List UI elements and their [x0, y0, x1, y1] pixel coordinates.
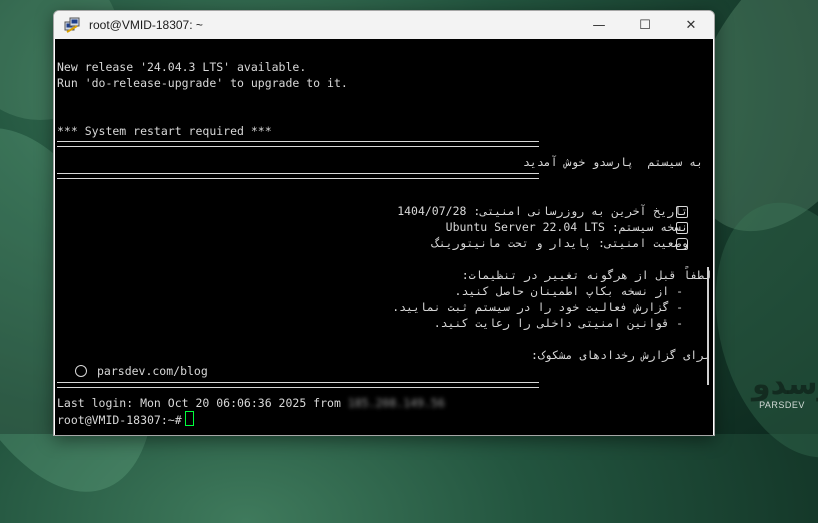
putty-icon[interactable] [64, 17, 80, 33]
separator-line [57, 382, 539, 388]
restart-notice: *** System restart required *** [57, 124, 272, 138]
text-cursor [184, 411, 194, 426]
lock-icon [676, 238, 688, 250]
shell-prompt: root@VMID-18307:~# [57, 413, 182, 427]
release-notice: New release '24.04.3 LTS' available. [57, 60, 307, 74]
report-link[interactable]: parsdev.com/blog [97, 363, 208, 379]
welcome-message: به سیستم پارسدو خوش آمدید [522, 155, 703, 169]
scrollbar[interactable] [707, 267, 709, 385]
maximize-button[interactable]: ☐ [622, 11, 668, 39]
briefcase-icon [676, 222, 688, 234]
notice-heading: لطفاً قبل از هرگونه تغییر در تنظیمات: [461, 268, 711, 282]
link-icon [75, 365, 87, 377]
shell-prompt-line[interactable]: root@VMID-18307:~# [57, 411, 194, 428]
last-login-ip: 185.208.149.56 [347, 396, 445, 410]
watermark-logo-en: PARSDEV [759, 400, 805, 410]
last-login-text: Last login: Mon Oct 20 06:06:36 2025 fro… [57, 396, 341, 410]
report-heading: برای گزارش رخدادهای مشکوک: [530, 348, 711, 362]
separator-line [57, 173, 539, 179]
close-button[interactable]: ✕ [668, 11, 714, 39]
security-status: وضعیت امنیتی: پایدار و تحت مانیتورینگ [431, 236, 688, 250]
security-update-date: تاریخ آخرین به روزرسانی امنیتی: 1404/07/… [397, 204, 688, 218]
parsdev-watermark: پارسدو PARSDEV [752, 367, 818, 411]
terminal-output[interactable]: New release '24.04.3 LTS' available. Run… [55, 39, 713, 435]
upgrade-hint: Run 'do-release-upgrade' to upgrade to i… [57, 76, 348, 90]
notice-bullet: - از نسخه بکاپ اطمینان حاصل کنید. [454, 284, 683, 298]
title-bar[interactable]: root@VMID-18307: ~ — ☐ ✕ [54, 11, 714, 39]
window-controls: — ☐ ✕ [576, 11, 714, 39]
terminal-window[interactable]: root@VMID-18307: ~ — ☐ ✕ New release '24… [53, 10, 715, 436]
calendar-icon [676, 206, 688, 218]
system-version: نسخه سیستم: Ubuntu Server 22.04 LTS [445, 220, 688, 234]
notice-bullet: - گزارش فعالیت خود را در سیستم ثبت نمایی… [392, 300, 683, 314]
last-login-line: Last login: Mon Oct 20 06:06:36 2025 fro… [57, 395, 445, 411]
window-title: root@VMID-18307: ~ [89, 18, 203, 32]
separator-line [57, 141, 539, 147]
watermark-logo-fa: پارسدو [752, 367, 818, 402]
minimize-button[interactable]: — [576, 11, 622, 39]
notice-bullet: - قوانین امنیتی داخلی را رعایت کنید. [433, 316, 683, 330]
